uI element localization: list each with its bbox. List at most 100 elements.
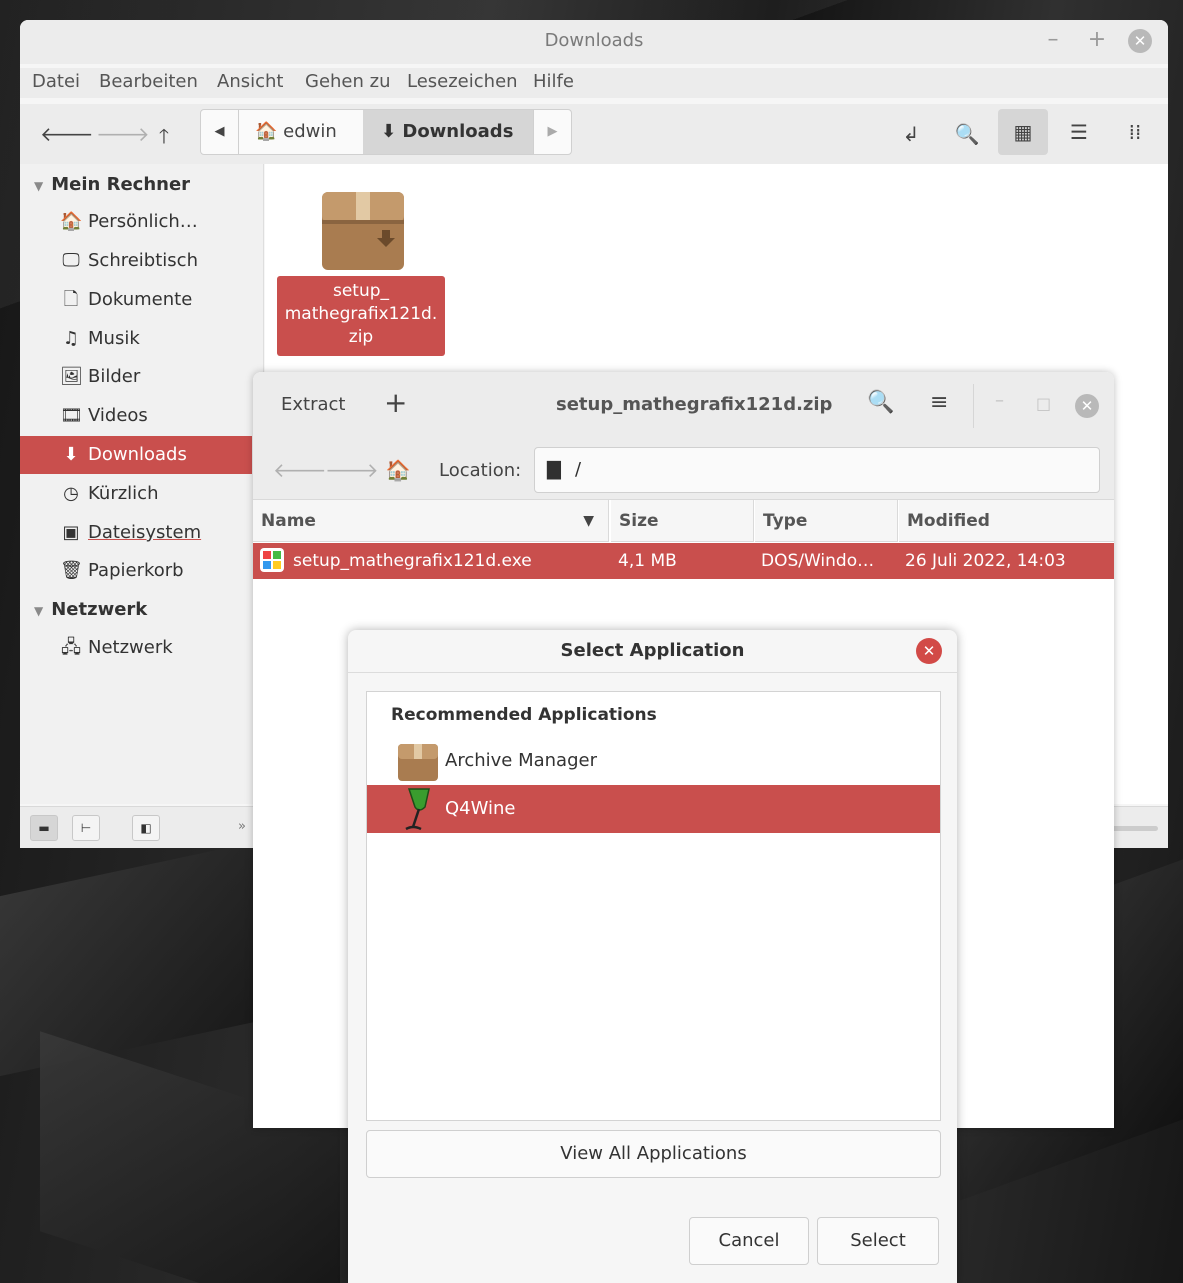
section-label: Netzwerk	[51, 599, 148, 620]
places-toggle-button[interactable]: ▬	[30, 815, 58, 841]
sidebar-section-netzwerk[interactable]: ▼ Netzwerk	[34, 599, 147, 620]
sidebar-item-kuerzlich[interactable]: ◷ Kürzlich	[20, 475, 252, 513]
compact-view-button[interactable]: ⁞⁞	[1110, 109, 1160, 155]
forward-arrow-icon[interactable]: 🡒	[325, 458, 379, 482]
maximize-button[interactable]: +	[1085, 29, 1109, 53]
compact-icon: ⁞⁞	[1128, 120, 1142, 144]
menubar: Datei Bearbeiten Ansicht Gehen zu Leseze…	[20, 68, 1168, 98]
path-right-chevron-icon[interactable]: ▶	[533, 110, 571, 154]
close-button[interactable]: ✕	[1075, 394, 1099, 418]
recent-icon: ◷	[63, 483, 79, 504]
location-label: Location:	[439, 460, 522, 481]
sidebar-item-schreibtisch[interactable]: 🖵 Schreibtisch	[20, 242, 252, 280]
sidebar-item-label: Downloads	[88, 444, 187, 465]
sidebar-item-dateisystem[interactable]: ▣ Dateisystem	[20, 514, 252, 552]
search-icon[interactable]: 🔍	[954, 122, 980, 146]
trash-icon: 🗑	[60, 560, 83, 581]
column-header-modified[interactable]: Modified	[899, 500, 1114, 542]
up-arrow-icon[interactable]: 🡑	[151, 122, 177, 156]
home-icon: 🏠	[60, 211, 83, 232]
app-name: Q4Wine	[445, 798, 516, 819]
section-label: Mein Rechner	[51, 174, 191, 195]
row-modified: 26 Juli 2022, 14:03	[905, 551, 1066, 571]
minimize-button[interactable]: –	[1041, 29, 1065, 53]
desktop-icon: 🖵	[62, 250, 80, 271]
maximize-icon[interactable]: □	[1036, 394, 1051, 413]
titlebar[interactable]: Downloads – + ✕	[20, 20, 1168, 64]
windows-exe-icon	[259, 547, 285, 573]
sidebar-item-persoenlich[interactable]: 🏠 Persönlich…	[20, 203, 252, 241]
path-downloads-label: Downloads	[402, 121, 514, 142]
home-icon[interactable]: 🏠	[385, 458, 411, 482]
location-value: /	[575, 459, 582, 480]
column-header-size[interactable]: Size	[611, 500, 754, 542]
path-bar: ◀ 🏠 edwin ⬇ Downloads ▶	[200, 109, 572, 155]
download-icon: ⬇	[381, 121, 397, 142]
icon-view-button[interactable]: ▦	[998, 109, 1048, 155]
sidebar-item-netzwerk[interactable]: 🖧 Netzwerk	[20, 629, 252, 667]
path-left-chevron-icon[interactable]: ◀	[201, 110, 239, 154]
sidebar-item-papierkorb[interactable]: 🗑 Papierkorb	[20, 552, 252, 590]
location-field[interactable]: ▇ /	[534, 447, 1100, 493]
archive-headerbar[interactable]: Extract + setup_mathegrafix121d.zip 🔍 ≡ …	[253, 372, 1114, 440]
select-application-dialog: Select Application ✕ Recommended Applica…	[348, 630, 957, 1283]
sidebar-section-mein-rechner[interactable]: ▼ Mein Rechner	[34, 174, 190, 195]
minimize-icon[interactable]: –	[995, 390, 1004, 411]
list-item-archive-manager[interactable]: Archive Manager	[367, 737, 940, 785]
videos-icon: 🎞	[60, 405, 83, 426]
sidebar-item-musik[interactable]: ♫ Musik	[20, 320, 252, 358]
column-header-name[interactable]: Name ▼	[253, 500, 609, 542]
path-home[interactable]: 🏠 edwin	[239, 110, 363, 154]
menu-hilfe[interactable]: Hilfe	[533, 71, 574, 92]
menu-lesezeichen[interactable]: Lesezeichen	[407, 71, 518, 92]
application-list[interactable]: Recommended Applications Archive Manager…	[366, 691, 941, 1121]
sidebar-item-downloads[interactable]: ⬇ Downloads	[20, 436, 252, 474]
toggle-location-icon[interactable]: ↲	[898, 122, 924, 146]
view-all-applications-button[interactable]: View All Applications	[366, 1130, 941, 1178]
cancel-button[interactable]: Cancel	[689, 1217, 809, 1265]
expander-icon: ▼	[34, 604, 44, 618]
sidebar-item-label: Dokumente	[88, 289, 193, 310]
documents-icon: 🗋	[63, 289, 79, 310]
section-heading: Recommended Applications	[391, 705, 657, 725]
forward-arrow-icon[interactable]: 🡒	[96, 122, 150, 146]
path-downloads[interactable]: ⬇ Downloads	[363, 110, 533, 154]
sidebar-hide-button[interactable]: ◧	[132, 815, 160, 841]
sidebar-item-videos[interactable]: 🎞 Videos	[20, 397, 252, 435]
sidebar-item-label: Schreibtisch	[88, 250, 198, 271]
grid-icon: ▦	[1013, 120, 1033, 144]
hide-sidebar-icon: ◧	[140, 821, 152, 835]
window-title: Downloads	[544, 30, 644, 51]
sidebar-item-dokumente[interactable]: 🗋 Dokumente	[20, 281, 252, 319]
pictures-icon: 🖼	[60, 366, 83, 387]
menu-bearbeiten[interactable]: Bearbeiten	[99, 71, 198, 92]
row-type: DOS/Windo…	[761, 551, 875, 571]
extract-button[interactable]: Extract	[281, 394, 345, 415]
add-files-icon[interactable]: +	[384, 386, 407, 419]
expander-icon: ▼	[34, 179, 44, 193]
column-header-type[interactable]: Type	[755, 500, 898, 542]
location-bar: 🡐 🡒 🏠 Location: ▇ /	[253, 440, 1114, 500]
select-button[interactable]: Select	[817, 1217, 939, 1265]
file-name-label: setup_ mathegrafix121d. zip	[277, 276, 445, 356]
sidebar-item-bilder[interactable]: 🖼 Bilder	[20, 358, 252, 396]
menu-ansicht[interactable]: Ansicht	[217, 71, 283, 92]
archive-package-icon	[322, 192, 404, 270]
music-icon: ♫	[62, 328, 80, 349]
list-view-button[interactable]: ☰	[1054, 109, 1104, 155]
path-home-label: edwin	[283, 121, 337, 142]
menu-datei[interactable]: Datei	[32, 71, 80, 92]
search-icon[interactable]: 🔍	[867, 390, 894, 415]
tree-toggle-button[interactable]: ⊢	[72, 815, 100, 841]
column-label: Modified	[907, 511, 990, 531]
table-row[interactable]: setup_mathegrafix121d.exe 4,1 MB DOS/Win…	[253, 543, 1114, 579]
list-item-q4wine[interactable]: Q4Wine	[367, 785, 940, 833]
row-name: setup_mathegrafix121d.exe	[293, 551, 532, 571]
close-button[interactable]: ✕	[1128, 29, 1152, 53]
menu-icon[interactable]: ≡	[930, 390, 948, 415]
back-arrow-icon[interactable]: 🡐	[273, 458, 327, 482]
menu-gehen-zu[interactable]: Gehen zu	[305, 71, 391, 92]
back-arrow-icon[interactable]: 🡐	[40, 122, 94, 146]
close-button[interactable]: ✕	[916, 638, 942, 664]
tree-icon: ⊢	[80, 821, 92, 835]
